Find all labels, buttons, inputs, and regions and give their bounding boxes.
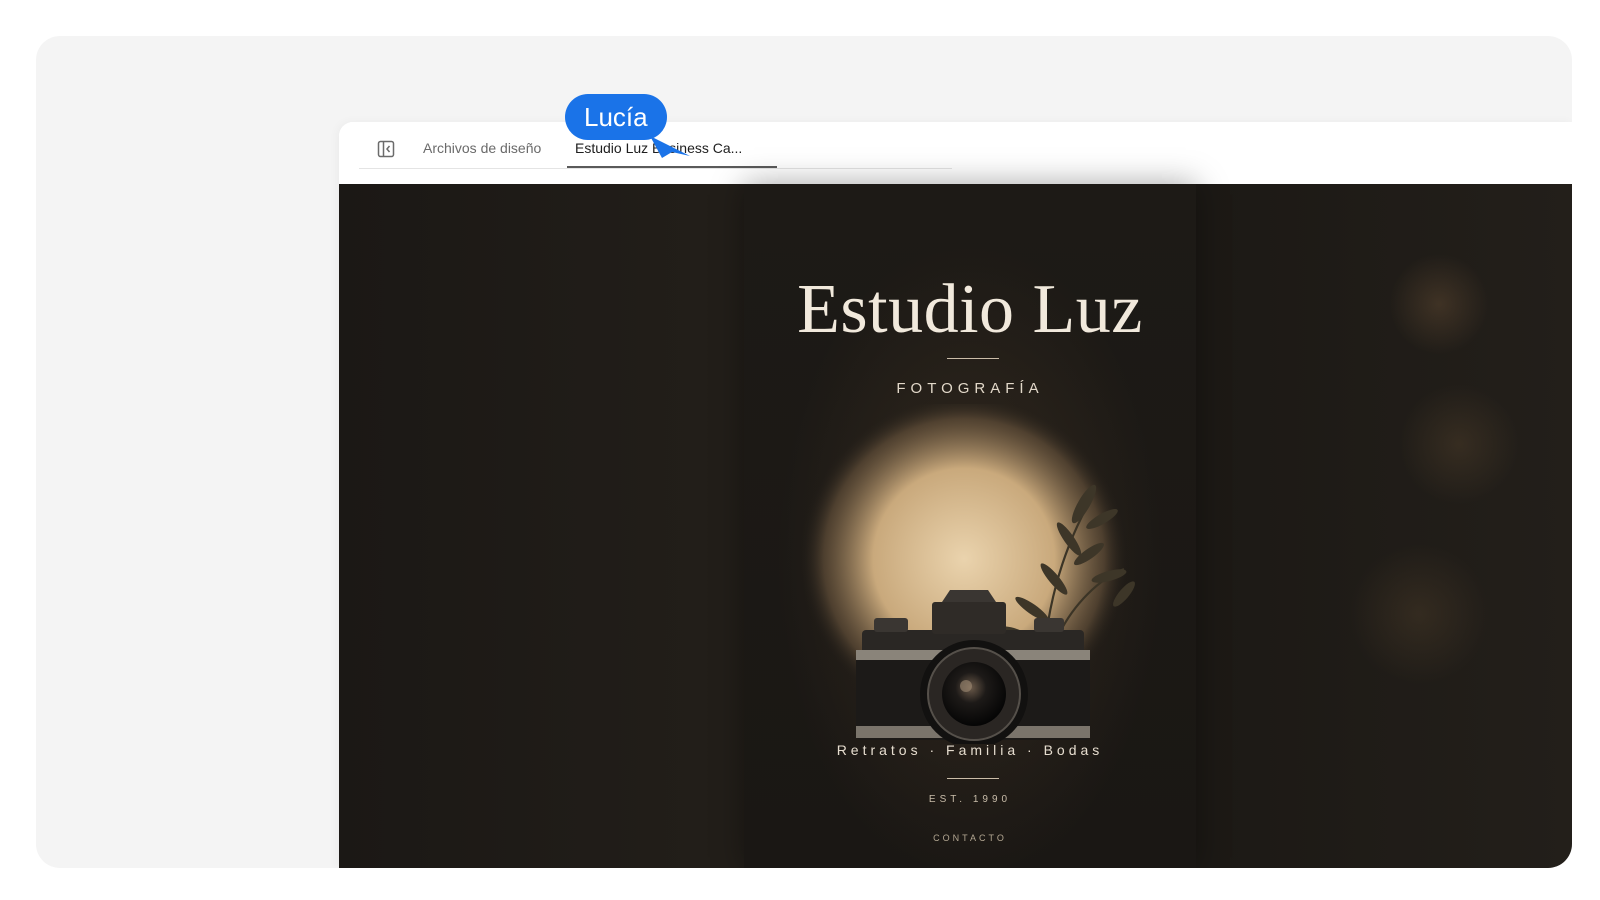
- tab-bar: Archivos de diseño Estudio Luz Business …: [339, 122, 1572, 184]
- card-contact: CONTACTO: [933, 833, 1007, 843]
- business-card[interactable]: Estudio Luz FOTOGRAFÍA Retratos · Famili…: [744, 184, 1196, 868]
- card-established: EST. 1990: [928, 794, 1012, 805]
- card-services: Retratos · Familia · Bodas: [836, 742, 1104, 758]
- sidebar-panel-icon[interactable]: [375, 138, 397, 160]
- card-subtitle: FOTOGRAFÍA: [896, 380, 1044, 397]
- collaborator-cursor-icon: [650, 136, 690, 158]
- tab-bar-divider: [359, 168, 952, 169]
- app-window: Archivos de diseño Estudio Luz Business …: [339, 122, 1572, 868]
- camera-photo: [799, 404, 1135, 744]
- tab-design-files[interactable]: Archivos de diseño: [423, 136, 541, 160]
- services-divider: [947, 778, 999, 779]
- desktop-frame: Archivos de diseño Estudio Luz Business …: [36, 36, 1572, 868]
- design-canvas[interactable]: Estudio Luz FOTOGRAFÍA Retratos · Famili…: [339, 184, 1572, 868]
- title-divider: [947, 358, 999, 359]
- card-title: Estudio Luz: [797, 271, 1143, 348]
